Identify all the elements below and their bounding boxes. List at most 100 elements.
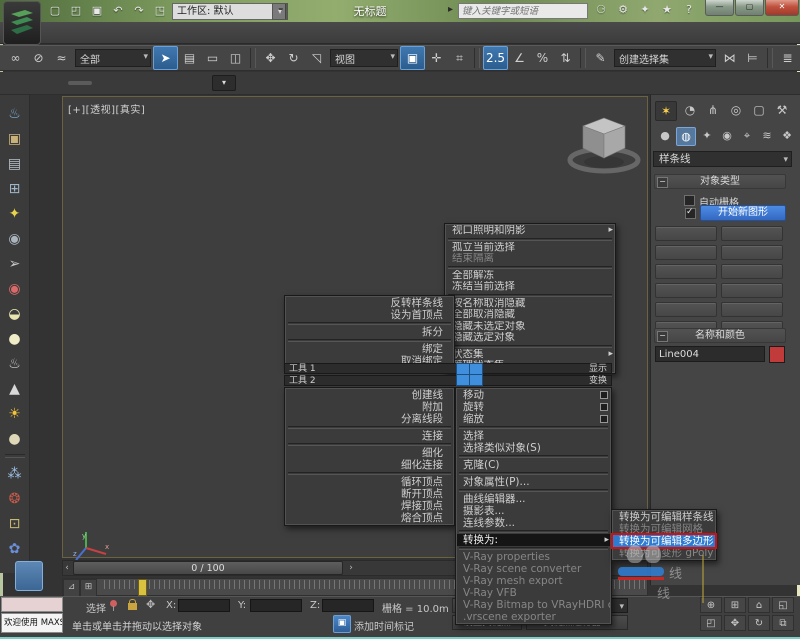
utilities-tab-icon[interactable]: ⚒ <box>772 101 792 119</box>
quad-menu-item[interactable]: 缩放 <box>457 413 610 425</box>
lights-icon[interactable]: ✦ <box>698 127 716 144</box>
active-dock-button[interactable] <box>15 561 43 591</box>
motion-tab-icon[interactable]: ◎ <box>726 101 746 119</box>
quad-menu-item[interactable]: 按名称取消隐藏 <box>446 298 614 310</box>
quad-menu-item[interactable]: 拆分 <box>286 326 453 338</box>
quad-menu-item[interactable]: 设为首顶点 <box>286 309 453 321</box>
quad-menu-item[interactable]: 摄影表... <box>457 505 610 517</box>
create-tab-icon[interactable]: ✶ <box>655 101 677 121</box>
quad-menu-item[interactable]: 断开顶点 <box>286 488 453 500</box>
reference-coordinate-dropdown[interactable]: 视图 <box>330 49 398 67</box>
zoom-icon[interactable]: ⊕ <box>700 597 722 613</box>
quad-menu-item[interactable]: 连接 <box>286 430 453 442</box>
ribbon-tab[interactable] <box>68 81 92 85</box>
particle-array-icon[interactable]: ⁂ <box>3 461 27 486</box>
select-and-scale-icon[interactable]: ◹ <box>305 47 328 69</box>
quad-center-square[interactable] <box>456 374 470 386</box>
zoom-extents-all-icon[interactable]: ◱ <box>772 597 794 613</box>
add-time-tag-label[interactable]: 添加时间标记 <box>354 618 414 633</box>
quad-menu-item[interactable]: 隐藏选定对象 <box>446 332 614 344</box>
quad-menu-item[interactable]: 转换为可编辑多边形 <box>613 535 715 547</box>
save-file-icon[interactable]: ▣ <box>88 3 106 18</box>
quad-menu-item[interactable]: 附加 <box>286 401 453 413</box>
quad-menu-item[interactable]: 移动 <box>457 389 610 401</box>
maxscript-listener-output[interactable]: 欢迎使用 MAXSc <box>1 613 63 633</box>
percent-snap-icon[interactable]: % <box>531 47 554 69</box>
ribbon-tab[interactable] <box>30 81 54 85</box>
quad-menu-item[interactable]: 反转样条线 <box>286 297 453 309</box>
communication-center-icon[interactable]: ✦ <box>636 2 654 17</box>
viewport-label[interactable]: [+][透视][真实] <box>68 101 145 116</box>
moon-sphere-icon[interactable]: ● <box>3 426 27 451</box>
autogrid-checkbox[interactable] <box>684 195 695 206</box>
quad-menu-item[interactable]: 状态集 <box>446 349 614 361</box>
edit-named-selection-sets-icon[interactable]: ✎ <box>589 47 612 69</box>
render-teapot-icon[interactable]: ♨ <box>3 101 27 126</box>
close-button[interactable]: ✕ <box>765 0 799 16</box>
search-input[interactable] <box>459 4 593 19</box>
quad-menu-item[interactable]: 克隆(C) <box>457 459 610 471</box>
time-tag-icon[interactable]: ▣ <box>333 615 351 633</box>
space-warps-icon[interactable]: ≋ <box>758 127 776 144</box>
quad-menu-item[interactable]: 转换为可编辑样条线 <box>613 511 715 523</box>
angle-snap-icon[interactable]: ∠ <box>508 47 531 69</box>
ribbon-tab[interactable] <box>144 81 168 85</box>
zoom-region-icon[interactable]: ◰ <box>700 615 722 631</box>
select-and-move-icon[interactable]: ✥ <box>259 47 282 69</box>
shape-button[interactable] <box>655 302 717 317</box>
z-coordinate-field[interactable] <box>322 599 377 613</box>
rectangular-selection-region-icon[interactable]: ▭ <box>201 47 224 69</box>
quad-menu-item[interactable]: V-Ray properties <box>457 551 610 563</box>
systems-icon[interactable]: ❖ <box>778 127 796 144</box>
viewcube[interactable] <box>558 104 648 187</box>
molecule-icon[interactable]: ❂ <box>3 486 27 511</box>
physical-camera-icon[interactable]: ◉ <box>3 276 27 301</box>
mini-curve-editor-icon[interactable]: ⊿ <box>63 579 80 597</box>
hierarchy-tab-icon[interactable]: ⋔ <box>703 101 723 119</box>
quad-menu-item[interactable]: .vrscene exporter <box>457 611 610 623</box>
quad-menu-item[interactable]: 连线参数... <box>457 517 610 529</box>
bind-to-space-warp-icon[interactable]: ≈ <box>50 47 73 69</box>
mirror-icon[interactable]: ⋈ <box>718 47 741 69</box>
quad-menu-item[interactable]: 视口照明和阴影 <box>446 225 614 237</box>
maximize-viewport-icon[interactable]: ⧉ <box>772 615 794 631</box>
search-binoculars-icon[interactable]: ⚆ <box>592 2 610 17</box>
pan-icon[interactable]: ✥ <box>724 615 746 631</box>
export-proxy-icon[interactable]: ⊡ <box>3 511 27 536</box>
shape-button[interactable] <box>721 302 783 317</box>
use-pivot-point-center-icon[interactable]: ▣ <box>400 46 425 70</box>
maximize-button[interactable]: ▢ <box>735 0 764 16</box>
y-coordinate-field[interactable] <box>250 599 305 613</box>
shape-button[interactable] <box>655 226 717 241</box>
quad-menu-item[interactable]: 孤立当前选择 <box>446 242 614 254</box>
help-icon[interactable]: ? <box>680 2 698 17</box>
unlink-selection-icon[interactable]: ⊘ <box>27 47 50 69</box>
dome-light-icon[interactable]: ◒ <box>3 301 27 326</box>
pin-icon[interactable] <box>110 600 117 611</box>
quad-menu-item[interactable]: 分离线段 <box>286 413 453 425</box>
shape-button[interactable] <box>721 283 783 298</box>
quad-menu-item[interactable]: 转换为可编辑网格 <box>613 523 715 535</box>
quad-menu-item[interactable]: 全部取消隐藏 <box>446 309 614 321</box>
sun-light-icon[interactable]: ☀ <box>3 401 27 426</box>
maxscript-mini-listener[interactable] <box>1 597 63 612</box>
snap-toggle-25-icon[interactable]: 2.5 <box>483 46 508 70</box>
quad-menu-item[interactable]: 转换为: <box>457 534 610 546</box>
favorites-star-icon[interactable]: ★ <box>658 2 676 17</box>
frame-forward-arrow[interactable]: › <box>346 561 356 575</box>
render-preview-icon[interactable]: ▣ <box>3 126 27 151</box>
light-lister-icon[interactable]: ✦ <box>3 201 27 226</box>
shape-category-dropdown[interactable]: 样条线 <box>653 151 792 167</box>
quad-menu-item[interactable]: 创建线 <box>286 389 453 401</box>
zoom-extents-icon[interactable]: ⌂ <box>748 597 770 613</box>
object-type-rollout[interactable]: − 对象类型 <box>654 174 786 189</box>
shapes-icon[interactable]: ◍ <box>676 127 696 146</box>
shape-button[interactable] <box>721 245 783 260</box>
select-by-name-icon[interactable]: ▤ <box>178 47 201 69</box>
quad-menu-item[interactable]: 对象属性(P)... <box>457 476 610 488</box>
quad-menu-item[interactable]: 隐藏未选定对象 <box>446 321 614 333</box>
shape-button[interactable] <box>721 264 783 279</box>
material-list-icon[interactable]: ▤ <box>3 151 27 176</box>
cameras-icon[interactable]: ◉ <box>718 127 736 144</box>
minimize-button[interactable]: — <box>705 0 734 16</box>
